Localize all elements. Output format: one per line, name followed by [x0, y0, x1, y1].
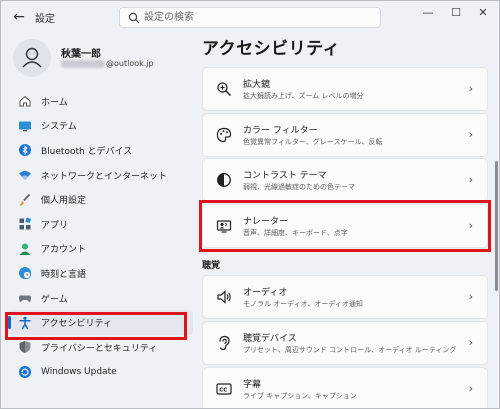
- section-heading-hearing: 聴覚: [202, 261, 221, 271]
- title-bar: ← 設定 — ☐ ✕: [1, 1, 499, 33]
- sidebar-item-label: ネットワークとインターネット: [41, 171, 168, 182]
- account-icon: [18, 242, 32, 256]
- maximize-button[interactable]: ☐: [444, 3, 468, 23]
- sidebar-item-personalization[interactable]: 個人用設定: [7, 187, 193, 212]
- card-description: モノラル オーディオ、オーディオ通知: [243, 300, 363, 308]
- wifi-icon: [18, 168, 32, 182]
- sidebar-item-label: アカウント: [41, 245, 87, 256]
- app-title: 設定: [35, 14, 55, 25]
- sidebar-item-home[interactable]: ホーム: [7, 89, 193, 114]
- card-description: 色覚異常フィルター、グレースケール、反転: [243, 138, 383, 146]
- card-description: プリセット、周辺サウンド コントロール、オーディオ ルーティング: [243, 346, 457, 354]
- search-input[interactable]: [144, 9, 374, 26]
- search-box[interactable]: [119, 7, 381, 28]
- sidebar-item-label: 個人用設定: [41, 196, 87, 207]
- sidebar-item-windows-update[interactable]: Windows Update: [7, 360, 193, 385]
- settings-window: ← 設定 — ☐ ✕ 秋葉一郎 @outlook.jp: [0, 0, 500, 409]
- monitor-icon: [18, 119, 32, 133]
- card-color-filters[interactable]: カラー フィルター 色覚異常フィルター、グレースケール、反転 ›: [202, 113, 488, 157]
- card-audio[interactable]: オーディオ モノラル オーディオ、オーディオ通知 ›: [202, 275, 488, 319]
- palette-icon: [216, 127, 232, 143]
- sidebar-item-network[interactable]: ネットワークとインターネット: [7, 163, 193, 188]
- sidebar-item-label: ホーム: [41, 97, 68, 108]
- page-title: アクセシビリティ: [202, 39, 341, 59]
- sidebar-item-accounts[interactable]: アカウント: [7, 237, 193, 262]
- close-button[interactable]: ✕: [471, 3, 495, 23]
- card-contrast-themes[interactable]: コントラスト テーマ 弱視、光線過敏症のための色テーマ ›: [202, 158, 488, 202]
- back-button[interactable]: ←: [9, 7, 29, 27]
- home-icon: [18, 94, 32, 108]
- user-account[interactable]: 秋葉一郎 @outlook.jp: [9, 37, 189, 79]
- sidebar-item-bluetooth[interactable]: Bluetooth とデバイス: [7, 138, 193, 163]
- globe-clock-icon: [18, 266, 32, 280]
- card-description: 弱視、光線過敏症のための色テーマ: [243, 183, 355, 191]
- sidebar-item-label: Bluetooth とデバイス: [41, 146, 133, 157]
- sidebar-item-label: システム: [41, 122, 77, 133]
- speaker-icon: [217, 290, 231, 304]
- user-email: @outlook.jp: [61, 59, 154, 68]
- chevron-right-icon: ›: [468, 382, 473, 395]
- sidebar-item-time-language[interactable]: 時刻と言語: [7, 261, 193, 286]
- avatar: [13, 39, 51, 77]
- apps-icon: [18, 217, 32, 231]
- brush-icon: [18, 193, 32, 207]
- contrast-icon: [217, 173, 231, 187]
- ear-icon: [219, 335, 230, 351]
- card-description: 拡大鏡読み上げ、ズーム レベルの増分: [243, 92, 364, 100]
- sidebar-item-label: Windows Update: [41, 366, 117, 377]
- sidebar-item-gaming[interactable]: ゲーム: [7, 286, 193, 311]
- card-magnifier[interactable]: 拡大鏡 拡大鏡読み上げ、ズーム レベルの増分 ›: [202, 67, 488, 111]
- card-captions[interactable]: CC 字幕 ライブ キャプション、キャプション ›: [202, 367, 488, 408]
- sidebar-item-system[interactable]: システム: [7, 114, 193, 139]
- minimize-button[interactable]: —: [416, 3, 440, 23]
- svg-text:CC: CC: [219, 388, 227, 394]
- sidebar-item-label: ゲーム: [41, 294, 68, 305]
- chevron-right-icon: ›: [468, 336, 473, 349]
- chevron-right-icon: ›: [468, 82, 473, 95]
- bluetooth-icon: [18, 143, 32, 157]
- caption-icon: CC: [216, 383, 232, 395]
- chevron-right-icon: ›: [468, 173, 473, 186]
- card-hearing-devices[interactable]: 聴覚デバイス プリセット、周辺サウンド コントロール、オーディオ ルーティング …: [202, 321, 488, 365]
- user-email-domain: @outlook.jp: [106, 59, 154, 68]
- chevron-right-icon: ›: [468, 290, 473, 303]
- update-icon: [18, 365, 32, 379]
- card-title: コントラスト テーマ: [243, 171, 327, 181]
- card-title: 拡大鏡: [243, 80, 271, 90]
- card-description: ライブ キャプション、キャプション: [243, 392, 357, 400]
- card-title: 聴覚デバイス: [243, 334, 297, 344]
- magnifier-icon: [217, 82, 232, 97]
- person-icon: [22, 47, 42, 68]
- chevron-right-icon: ›: [468, 128, 473, 141]
- scrollbar[interactable]: [495, 161, 498, 291]
- sidebar-item-apps[interactable]: アプリ: [7, 212, 193, 237]
- sidebar-item-label: プライバシーとセキュリティ: [41, 343, 158, 354]
- shield-icon: [18, 340, 32, 354]
- user-name: 秋葉一郎: [61, 49, 101, 60]
- redacted-text: [61, 59, 105, 68]
- card-title: カラー フィルター: [243, 126, 318, 136]
- card-title: 字幕: [243, 380, 262, 390]
- sidebar-item-label: アプリ: [41, 220, 69, 231]
- search-icon: [128, 12, 140, 24]
- sidebar-item-label: 時刻と言語: [41, 269, 87, 280]
- highlight-box-accessibility: [5, 312, 187, 340]
- highlight-box-narrator: [199, 200, 491, 252]
- gamepad-icon: [18, 291, 32, 305]
- card-title: オーディオ: [243, 288, 288, 298]
